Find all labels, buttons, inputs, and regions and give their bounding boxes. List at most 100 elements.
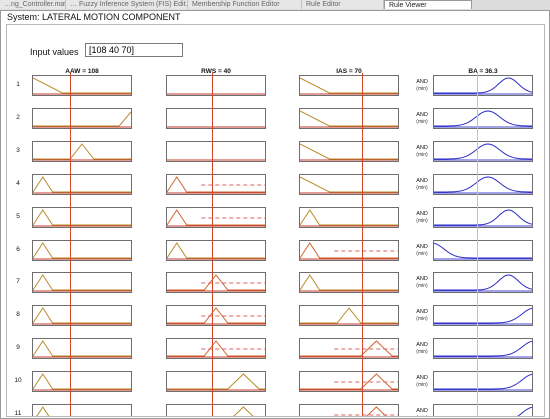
rule-1-ba-plot[interactable]	[433, 75, 533, 96]
rule-number: 8	[16, 311, 20, 318]
output-mf-curve	[434, 176, 532, 193]
rule-4-rws-plot[interactable]	[166, 174, 266, 195]
rule-7-aaw-plot[interactable]	[32, 272, 132, 293]
input-mf-curve	[300, 209, 398, 226]
rule-7-ba-plot[interactable]	[433, 272, 533, 293]
input-mf-curve	[33, 176, 131, 193]
input-mf-curve	[33, 242, 131, 259]
editor-tab-2[interactable]: … Fuzzy Inference System (FIS) Edit…	[66, 0, 188, 9]
aaw-input-marker[interactable]	[70, 73, 71, 416]
rule-2-ias-plot[interactable]	[299, 108, 399, 129]
column-title-aaw: AAW = 108	[65, 68, 99, 75]
rule-4-ba-plot[interactable]	[433, 174, 533, 195]
rule-number: 4	[16, 180, 20, 187]
and-operator-label: AND(min)	[405, 211, 439, 224]
rule-5-aaw-plot[interactable]	[32, 207, 132, 228]
column-title-ba: BA = 36.3	[468, 68, 498, 75]
rule-1-rws-plot[interactable]	[166, 75, 266, 96]
rule-viewer-panel: Input values AAW = 108 RWS = 40 IAS = 70 BA…	[6, 24, 545, 417]
rule-number: 3	[16, 147, 20, 154]
rule-11-aaw-plot[interactable]	[32, 404, 132, 416]
and-operator-label: AND(min)	[405, 244, 439, 257]
rule-number: 2	[16, 114, 20, 121]
editor-tab-1[interactable]: …ng_Controller.mat	[0, 0, 66, 9]
rule-4-aaw-plot[interactable]	[32, 174, 132, 195]
rule-7-ias-plot[interactable]	[299, 272, 399, 293]
rule-3-rws-plot[interactable]	[166, 141, 266, 162]
rule-10-ias-plot[interactable]	[299, 371, 399, 392]
and-method-text: (min)	[416, 348, 428, 355]
rule-number: 11	[14, 410, 22, 417]
and-text: AND	[416, 145, 428, 151]
output-mf-curve	[434, 143, 532, 160]
rule-3-ba-plot[interactable]	[433, 141, 533, 162]
and-text: AND	[416, 408, 428, 414]
rule-1-ias-plot[interactable]	[299, 75, 399, 96]
rule-number: 1	[16, 81, 20, 88]
rule-11-ias-plot[interactable]	[299, 404, 399, 416]
rule-8-ias-plot[interactable]	[299, 305, 399, 326]
and-method-text: (min)	[416, 250, 428, 257]
rule-9-rws-plot[interactable]	[166, 338, 266, 359]
input-mf-curve	[33, 209, 131, 226]
rule-10-rws-plot[interactable]	[166, 371, 266, 392]
rule-8-ba-plot[interactable]	[433, 305, 533, 326]
rule-5-rws-plot[interactable]	[166, 207, 266, 228]
and-method-text: (min)	[416, 85, 428, 92]
and-operator-label: AND(min)	[405, 342, 439, 355]
rule-2-ba-plot[interactable]	[433, 108, 533, 129]
input-mf-curve	[300, 110, 398, 127]
rule-3-ias-plot[interactable]	[299, 141, 399, 162]
and-method-text: (min)	[416, 118, 428, 125]
rule-6-rws-plot[interactable]	[166, 240, 266, 261]
rule-11-ba-plot[interactable]	[433, 404, 533, 416]
rule-8-rws-plot[interactable]	[166, 305, 266, 326]
rule-10-aaw-plot[interactable]	[32, 371, 132, 392]
rule-6-ias-plot[interactable]	[299, 240, 399, 261]
and-text: AND	[416, 211, 428, 217]
editor-tab-4[interactable]: Rule Editor	[302, 0, 384, 9]
rule-7-rws-plot[interactable]	[166, 272, 266, 293]
rule-5-ias-plot[interactable]	[299, 207, 399, 228]
output-mf-curve	[434, 340, 532, 357]
input-mf-curve	[33, 143, 131, 160]
column-title-rws: RWS = 40	[201, 68, 231, 75]
rule-4-ias-plot[interactable]	[299, 174, 399, 195]
rule-number: 6	[16, 246, 20, 253]
rule-2-rws-plot[interactable]	[166, 108, 266, 129]
and-method-text: (min)	[416, 184, 428, 191]
rule-1-aaw-plot[interactable]	[32, 75, 132, 96]
and-text: AND	[416, 112, 428, 118]
and-operator-label: AND(min)	[405, 145, 439, 158]
rule-number: 5	[16, 213, 20, 220]
and-operator-label: AND(min)	[405, 375, 439, 388]
rule-10-ba-plot[interactable]	[433, 371, 533, 392]
ias-input-marker[interactable]	[362, 73, 363, 416]
and-operator-label: AND(min)	[405, 276, 439, 289]
rule-3-aaw-plot[interactable]	[32, 141, 132, 162]
input-mf-curve	[33, 111, 131, 127]
input-mf-curve	[300, 77, 398, 94]
rws-input-marker[interactable]	[212, 73, 213, 416]
input-mf-curve	[33, 274, 131, 291]
editor-tab-3[interactable]: Membership Function Editor	[188, 0, 302, 9]
column-title-ias: IAS = 70	[336, 68, 362, 75]
rule-11-rws-plot[interactable]	[166, 404, 266, 416]
rule-9-aaw-plot[interactable]	[32, 338, 132, 359]
output-mf-curve	[434, 242, 532, 259]
input-mf-curve	[167, 242, 265, 259]
output-mf-curve	[517, 406, 532, 416]
rule-6-ba-plot[interactable]	[433, 240, 533, 261]
rule-9-ba-plot[interactable]	[433, 338, 533, 359]
input-values-field[interactable]	[85, 43, 183, 57]
rule-8-aaw-plot[interactable]	[32, 305, 132, 326]
editor-tab-5[interactable]: Rule Viewer	[384, 0, 472, 9]
and-text: AND	[416, 244, 428, 250]
rule-6-aaw-plot[interactable]	[32, 240, 132, 261]
and-operator-label: AND(min)	[405, 79, 439, 92]
rule-5-ba-plot[interactable]	[433, 207, 533, 228]
rule-9-ias-plot[interactable]	[299, 338, 399, 359]
and-operator-label: AND(min)	[405, 112, 439, 125]
rule-2-aaw-plot[interactable]	[32, 108, 132, 129]
ba-output-marker[interactable]	[477, 73, 478, 416]
